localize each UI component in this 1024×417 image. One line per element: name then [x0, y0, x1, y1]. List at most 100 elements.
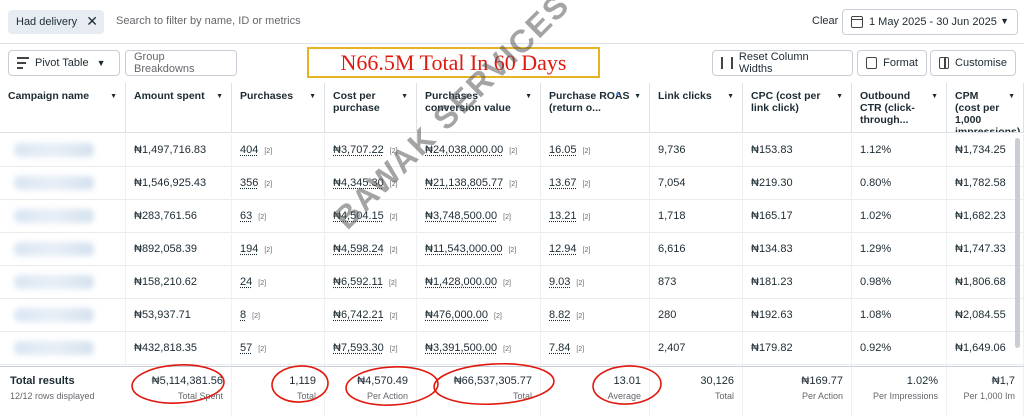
- cell-value[interactable]: 57: [240, 342, 252, 354]
- cell-value[interactable]: 356: [240, 177, 258, 189]
- chevron-down-icon[interactable]: ▼: [216, 91, 223, 103]
- table-row[interactable]: ₦1,546,925.43 356 [2] ₦4,345.30 [2] ₦21,138,8…: [0, 167, 1024, 200]
- total-purchases: 1,119 Total: [232, 367, 325, 417]
- chevron-down-icon[interactable]: ▼: [836, 91, 843, 103]
- cell-value[interactable]: ₦3,707.22: [333, 144, 384, 156]
- column-width-icon: [721, 57, 733, 69]
- cell-conversion-value: ₦476,000.00 [2]: [417, 299, 541, 332]
- format-button[interactable]: Format: [857, 50, 927, 76]
- cell-value[interactable]: ₦6,742.21: [333, 309, 384, 321]
- cell-purchases: 63 [2]: [232, 200, 325, 233]
- footnote-marker: [2]: [258, 280, 267, 287]
- column-header-amount-spent[interactable]: Amount spent ▼: [126, 83, 232, 133]
- chevron-down-icon[interactable]: ▼: [727, 91, 734, 103]
- cell-value[interactable]: ₦3,748,500.00: [425, 210, 497, 222]
- footnote-marker: [2]: [494, 313, 502, 320]
- cell-value[interactable]: ₦21,138,805.77: [425, 177, 503, 189]
- group-breakdowns-button[interactable]: Group Breakdowns: [125, 50, 237, 76]
- table-row[interactable]: ₦892,058.39 194 [2] ₦4,598.24 [2] ₦11,543,000…: [0, 233, 1024, 266]
- cell-value[interactable]: 12.94: [549, 243, 577, 255]
- column-header-purchases[interactable]: Purchases ▼: [232, 83, 325, 133]
- total-value: ₦66,537,305.77: [453, 375, 532, 387]
- cell-purchase-roas: 8.82 [2]: [541, 299, 650, 332]
- cell-purchases: 194 [2]: [232, 233, 325, 266]
- cell-value[interactable]: ₦4,598.24: [333, 243, 384, 255]
- chevron-down-icon: ▼: [96, 58, 106, 68]
- cell-cost-per-purchase: ₦4,504.15 [2]: [325, 200, 417, 233]
- total-value: 1,119: [289, 375, 316, 387]
- cell-value[interactable]: 63: [240, 210, 252, 222]
- cell-value[interactable]: ₦11,543,000.00: [425, 243, 502, 255]
- search-input[interactable]: Search to filter by name, ID or metrics: [116, 15, 301, 27]
- cell-value[interactable]: 7.84: [549, 342, 570, 354]
- chevron-down-icon[interactable]: ▼: [525, 91, 532, 103]
- cell-value[interactable]: 404: [240, 144, 258, 156]
- customise-button[interactable]: Customise: [930, 50, 1016, 76]
- cell-value[interactable]: ₦3,391,500.00: [425, 342, 497, 354]
- cell-value[interactable]: ₦4,504.15: [333, 210, 384, 222]
- cell-cpm: ₦1,682.23: [947, 200, 1024, 233]
- column-header-campaign-name[interactable]: Campaign name ▼: [0, 83, 126, 133]
- redacted-campaign-name: [14, 308, 94, 322]
- column-header-cost-per-purchase[interactable]: Cost per purchase ▼: [325, 83, 417, 133]
- cell-value[interactable]: 13.67: [549, 177, 577, 189]
- cell-cpm: ₦1,734.25: [947, 134, 1024, 167]
- table-row[interactable]: ₦432,818.35 57 [2] ₦7,593.30 [2] ₦3,391,500.0…: [0, 332, 1024, 365]
- cell-value[interactable]: ₦24,038,000.00: [425, 144, 503, 156]
- total-value: 30,126: [700, 375, 734, 387]
- cell-value: 1.02%: [860, 210, 892, 222]
- close-icon[interactable]: ✕: [86, 13, 98, 30]
- cell-value[interactable]: 8: [240, 309, 246, 321]
- filter-chip-had-delivery[interactable]: Had delivery ✕: [8, 10, 104, 34]
- table-row[interactable]: ₦158,210.62 24 [2] ₦6,592.11 [2] ₦1,428,000.0…: [0, 266, 1024, 299]
- cell-value[interactable]: 8.82: [549, 309, 570, 321]
- cell-outbound-ctr: 1.08%: [852, 299, 947, 332]
- chevron-down-icon[interactable]: ▼: [1008, 91, 1015, 103]
- column-header-cpm[interactable]: CPM (cost per 1,000 impressions) ▼: [947, 83, 1024, 133]
- cell-value[interactable]: ₦1,428,000.00: [425, 276, 497, 288]
- vertical-scrollbar[interactable]: [1015, 138, 1020, 348]
- pivot-table-label: Pivot Table: [35, 57, 89, 69]
- rows-displayed: 12/12 rows displayed: [10, 391, 95, 401]
- cell-value[interactable]: ₦6,592.11: [333, 276, 383, 288]
- column-header-conversion-value[interactable]: Purchases conversion value ▼: [417, 83, 541, 133]
- column-header-cpc[interactable]: CPC (cost per link click) ▼: [743, 83, 852, 133]
- cell-value[interactable]: 16.05: [549, 144, 577, 156]
- date-range-picker[interactable]: 1 May 2025 - 30 Jun 2025 ▼: [842, 9, 1018, 35]
- cell-value[interactable]: ₦4,345.30: [333, 177, 384, 189]
- cell-link-clicks: 2,407: [650, 332, 743, 365]
- pivot-table-button[interactable]: Pivot Table ▼: [8, 50, 120, 76]
- cell-value[interactable]: 194: [240, 243, 258, 255]
- cell-value[interactable]: ₦476,000.00: [425, 309, 488, 321]
- cell-value[interactable]: 9.03: [549, 276, 570, 288]
- chevron-down-icon[interactable]: ▼: [931, 91, 938, 103]
- table-row[interactable]: ₦1,497,716.83 404 [2] ₦3,707.22 [2] ₦24,038,0…: [0, 134, 1024, 167]
- column-header-link-clicks[interactable]: Link clicks ▼: [650, 83, 743, 133]
- cell-value: 1,718: [658, 210, 686, 222]
- column-header-purchase-roas[interactable]: Purchase ROAS (return o... ▼ ▲: [541, 83, 650, 133]
- clear-button[interactable]: Clear: [812, 15, 838, 27]
- table-row[interactable]: ₦53,937.71 8 [2] ₦6,742.21 [2] ₦476,000.00 [2]…: [0, 299, 1024, 332]
- cell-value[interactable]: ₦7,593.30: [333, 342, 384, 354]
- table-row[interactable]: ₦283,761.56 63 [2] ₦4,504.15 [2] ₦3,748,500.0…: [0, 200, 1024, 233]
- column-header-outbound-ctr[interactable]: Outbound CTR (click-through... ▼: [852, 83, 947, 133]
- total-cost-per-purchase: ₦4,570.49 Per Action: [325, 367, 417, 417]
- chevron-down-icon[interactable]: ▼: [110, 91, 117, 103]
- chevron-down-icon[interactable]: ▼: [309, 91, 316, 103]
- sort-ascending-icon[interactable]: ▲: [614, 88, 621, 100]
- cell-cost-per-purchase: ₦4,345.30 [2]: [325, 167, 417, 200]
- cell-value[interactable]: 13.21: [549, 210, 577, 222]
- reset-column-widths-button[interactable]: Reset Column Widths: [712, 50, 853, 76]
- footnote-marker: [2]: [509, 148, 518, 155]
- cell-purchases: 24 [2]: [232, 266, 325, 299]
- cell-value: ₦1,734.25: [955, 144, 1006, 156]
- cell-value[interactable]: 24: [240, 276, 252, 288]
- chevron-down-icon[interactable]: ▼: [401, 91, 408, 103]
- footnote-marker: [2]: [389, 214, 398, 221]
- footnote-marker: [2]: [576, 313, 585, 320]
- customise-label: Customise: [955, 57, 1007, 69]
- chevron-down-icon[interactable]: ▼: [634, 91, 641, 103]
- cell-value: 2,407: [658, 342, 686, 354]
- redacted-campaign-name: [14, 209, 94, 223]
- cell-value: ₦219.30: [751, 177, 793, 189]
